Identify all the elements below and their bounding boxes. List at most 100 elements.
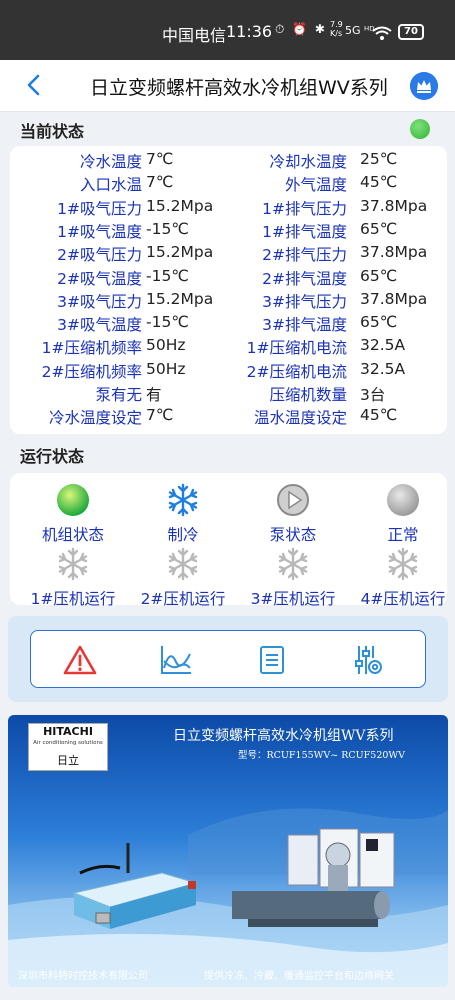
state-row: 2#压缩机频率 50Hz 2#压缩机电流 32.5A (10, 360, 447, 383)
state-value: -15℃ (146, 219, 189, 238)
list-document-icon[interactable] (255, 644, 289, 676)
state-value: 65℃ (360, 313, 398, 332)
trend-chart-icon[interactable] (159, 644, 193, 676)
clock-time: 11:36 (226, 22, 273, 41)
state-row: 1#压缩机频率 50Hz 1#压缩机电流 32.5A (10, 336, 447, 359)
state-label: 2#压缩机电流 (246, 362, 347, 381)
state-label: 压缩机数量 (269, 386, 347, 404)
state-value: 15.2Mpa (146, 196, 214, 215)
app-header: 日立变频螺杆高效水冷机组WV系列 (0, 60, 455, 112)
state-value: 有 (146, 386, 162, 404)
state-value: 37.8Mpa (360, 289, 428, 308)
battery-icon: 70 (398, 24, 424, 40)
current-state-card: 冷水温度 7℃ 冷却水温度 25℃ 入口水温 7℃ 外气温度 45℃ 1#吸气压力 15.2Mpa… (10, 146, 447, 434)
run-item-label: 制冷 (167, 526, 199, 544)
state-row: 2#吸气温度 -15℃ 2#排气温度 65℃ (10, 267, 447, 290)
state-label: 冷却水温度 (269, 153, 347, 171)
state-row: 3#吸气压力 15.2Mpa 3#排气压力 37.8Mpa (10, 290, 447, 313)
snowflake-gray-icon (168, 547, 198, 581)
state-label: 1#排气压力 (262, 199, 347, 218)
run-state-title: 运行状态 (20, 447, 85, 466)
state-value: 45℃ (360, 406, 398, 425)
online-status-indicator (410, 119, 430, 139)
state-value: 32.5A (360, 336, 406, 355)
state-value: 50Hz (146, 336, 186, 355)
back-arrow-icon[interactable] (22, 72, 48, 98)
current-state-title: 当前状态 (20, 122, 85, 141)
iot-gateway-image (72, 843, 198, 929)
function-toolbar-panel (8, 616, 448, 702)
green-status-ball-icon (57, 484, 89, 516)
state-row: 入口水温 7℃ 外气温度 45℃ (10, 173, 447, 196)
state-row: 1#吸气压力 15.2Mpa 1#排气压力 37.8Mpa (10, 197, 447, 220)
state-label: 入口水温 (79, 176, 142, 195)
state-row: 3#吸气温度 -15℃ 3#排气温度 65℃ (10, 313, 447, 336)
snowflake-gray-icon (58, 547, 88, 581)
state-label: 3#排气压力 (262, 292, 347, 311)
state-label: 3#吸气温度 (57, 316, 142, 335)
state-row: 2#吸气压力 15.2Mpa 2#排气压力 37.8Mpa (10, 243, 447, 266)
state-value: 7℃ (146, 406, 174, 425)
network-type: 5G ᴴᴰ (345, 24, 375, 37)
run-item-label: 4#压机运行 (360, 590, 446, 608)
state-label: 1#吸气压力 (57, 199, 142, 218)
run-item-label: 机组状态 (41, 526, 104, 544)
state-value: 15.2Mpa (146, 289, 214, 308)
hitachi-brand-text: HITACHI (43, 725, 93, 738)
run-item-label: 2#压机运行 (140, 590, 226, 608)
state-label: 1#压缩机频率 (41, 339, 142, 358)
hitachi-logo: HITACHI Air conditioning solutions 日立 (28, 723, 108, 771)
banner-company: 深圳市科特时控技术有限公司 (18, 971, 148, 982)
state-label: 冷水温度 (79, 153, 142, 171)
status-icons: ⏱ ⏰ ✱ (275, 22, 327, 36)
state-label: 2#排气压力 (262, 246, 347, 265)
state-value: 37.8Mpa (360, 196, 428, 215)
state-row: 泵有无有 压缩机数量 3台 (10, 383, 447, 406)
state-value: 15.2Mpa (146, 243, 214, 262)
settings-sliders-icon[interactable] (351, 644, 385, 676)
state-value: 50Hz (146, 359, 186, 378)
speed-unit: K/s (330, 29, 343, 38)
alarm-warning-icon[interactable] (63, 644, 97, 676)
state-value: 25℃ (360, 150, 398, 168)
state-label: 1#排气温度 (262, 222, 347, 241)
run-item-label: 3#压机运行 (250, 590, 336, 608)
state-value: 65℃ (360, 266, 398, 285)
carrier-label: 中国电信 (162, 26, 227, 45)
state-value: -15℃ (146, 266, 189, 285)
page-title: 日立变频螺杆高效水冷机组WV系列 (90, 77, 388, 99)
run-item-label: 泵状态 (269, 526, 317, 544)
product-banner[interactable]: HITACHI Air conditioning solutions 日立 日立… (8, 715, 448, 987)
system-status-bar: 中国电信 11:36 ⏱ ⏰ ✱ 7.9 K/s 5G ᴴᴰ 70 (0, 0, 455, 60)
hitachi-brand-sub: Air conditioning solutions (33, 740, 103, 746)
state-label: 3#排气温度 (262, 316, 347, 335)
snowflake-gray-icon (388, 547, 418, 581)
function-toolbar (30, 630, 426, 688)
gray-status-ball-icon (387, 484, 419, 516)
play-circle-icon (277, 484, 309, 516)
chiller-unit-image (232, 828, 395, 927)
snowflake-icon (168, 483, 198, 517)
state-label: 2#吸气温度 (57, 269, 142, 288)
banner-slogan: 提供冷冻、冷藏、暖通监控平台和边缘网关 (204, 971, 394, 982)
snowflake-gray-icon (278, 547, 308, 581)
state-row: 1#吸气温度 -15℃ 1#排气温度 65℃ (10, 220, 447, 243)
state-label: 2#压缩机频率 (41, 362, 142, 381)
run-item-label: 正常 (387, 526, 419, 544)
state-value: 32.5A (360, 359, 406, 378)
state-label: 1#压缩机电流 (246, 339, 347, 358)
wifi-icon (372, 26, 392, 40)
state-label: 1#吸气温度 (57, 222, 142, 241)
state-value: -15℃ (146, 313, 189, 332)
crown-icon[interactable] (410, 72, 438, 100)
state-label: 泵有无 (95, 386, 142, 404)
hitachi-brand-cn: 日立 (57, 754, 79, 767)
state-label: 2#排气温度 (262, 269, 347, 288)
state-label: 冷水温度设定 (48, 409, 142, 428)
state-value: 45℃ (360, 173, 398, 192)
state-row: 冷水温度 7℃ 冷却水温度 25℃ (10, 150, 447, 173)
state-label: 外气温度 (284, 176, 347, 195)
speed-value: 7.9 (330, 20, 343, 29)
banner-model: 型号：RCUF155WV~ RCUF520WV (238, 750, 406, 761)
state-value: 3台 (360, 386, 386, 404)
